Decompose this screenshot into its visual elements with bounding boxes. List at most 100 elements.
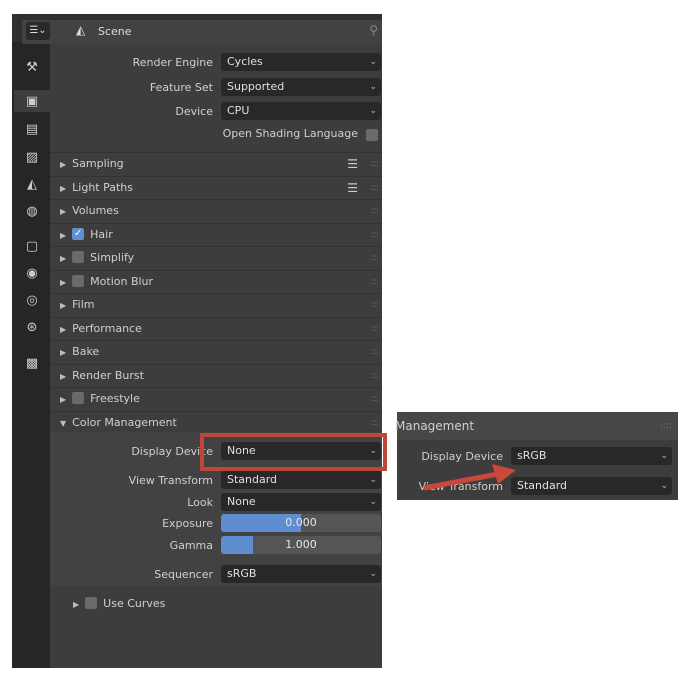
expand-triangle-icon: ▶	[73, 600, 80, 609]
section-label: Simplify	[90, 251, 135, 264]
osl-checkbox[interactable]	[366, 129, 378, 141]
section-checkbox[interactable]: ✓	[72, 227, 85, 240]
inset-display-device-value: sRGB	[517, 449, 547, 462]
feature-set-dropdown[interactable]: Supported ⌄	[221, 78, 381, 96]
grip-icon[interactable]: ::::	[370, 224, 379, 246]
expand-triangle-icon: ▶	[60, 207, 67, 216]
section-performance[interactable]: ▶ Performance::::	[50, 316, 382, 340]
presets-list-icon[interactable]: ☰	[347, 177, 358, 199]
inset-view-transform-dropdown[interactable]: Standard ⌄	[511, 477, 672, 495]
object-icon: ▢	[25, 238, 39, 254]
tab-view-layer[interactable]: ▨	[14, 146, 50, 168]
tab-modifier[interactable]: ◉	[14, 262, 50, 284]
section-light-paths[interactable]: ▶ Light Paths ☰::::	[50, 175, 382, 199]
section-film[interactable]: ▶ Film::::	[50, 293, 382, 315]
section-color-management[interactable]: ▼ Color Management::::	[50, 410, 382, 434]
device-dropdown[interactable]: CPU ⌄	[221, 102, 381, 120]
section-label: Bake	[72, 345, 100, 358]
tab-texture[interactable]: ▩	[14, 352, 50, 374]
section-simplify[interactable]: ▶ Simplify::::	[50, 246, 382, 268]
section-motion-blur[interactable]: ▶ Motion Blur::::	[50, 269, 382, 293]
chevron-down-icon: ⌄	[660, 451, 668, 461]
grip-icon[interactable]: ::::	[370, 365, 379, 387]
grip-icon[interactable]: ::::	[370, 341, 379, 363]
look-label: Look	[187, 496, 213, 509]
grip-icon[interactable]: ::::	[370, 318, 379, 340]
expand-triangle-icon: ▶	[60, 301, 67, 310]
tab-render[interactable]: ▣	[14, 90, 50, 112]
chevron-down-icon: ⌄	[369, 497, 377, 507]
pin-icon[interactable]: ⚲	[369, 23, 378, 37]
tab-tool[interactable]: ⚒	[14, 56, 50, 78]
exposure-label: Exposure	[162, 517, 213, 530]
expand-triangle-icon: ▶	[60, 277, 67, 287]
section-bake[interactable]: ▶ Bake::::	[50, 340, 382, 362]
grip-icon[interactable]: ::::	[370, 294, 379, 316]
expand-triangle-icon: ▶	[60, 254, 67, 263]
output-icon: ▤	[25, 121, 39, 137]
section-label: Render Burst	[72, 368, 144, 382]
scene-icon: ◭	[27, 176, 37, 192]
use-curves-subpanel[interactable]: ▶ Use Curves	[73, 597, 165, 610]
expand-triangle-icon: ▶	[60, 230, 67, 240]
section-freestyle[interactable]: ▶ Freestyle::::	[50, 387, 382, 409]
world-icon: ◍	[26, 203, 38, 219]
expand-triangle-icon: ▶	[60, 160, 67, 169]
render-engine-value: Cycles	[227, 55, 263, 68]
osl-label: Open Shading Language	[222, 127, 358, 140]
arrow-annotation	[423, 464, 516, 491]
sequencer-dropdown[interactable]: sRGB ⌄	[221, 565, 381, 583]
properties-header: ☰⌄ ◭ Scene ⚲	[22, 20, 382, 44]
inset-display-device-dropdown[interactable]: sRGB ⌄	[511, 447, 672, 465]
section-sampling[interactable]: ▶ Sampling ☰::::	[50, 152, 382, 174]
grip-icon[interactable]: ::::	[370, 153, 379, 175]
sequencer-value: sRGB	[227, 567, 257, 580]
chevron-down-icon: ⌄	[369, 57, 377, 67]
grip-icon[interactable]: ::::	[370, 200, 379, 222]
chevron-down-icon: ⌄	[369, 82, 377, 92]
expand-triangle-icon: ▶	[60, 395, 67, 404]
section-label: Performance	[72, 321, 142, 335]
look-dropdown[interactable]: None ⌄	[221, 493, 381, 511]
section-label: Volumes	[72, 204, 119, 217]
section-checkbox[interactable]	[72, 274, 85, 287]
chevron-down-icon: ⌄	[660, 481, 668, 491]
gamma-slider[interactable]: 1.000	[221, 536, 381, 554]
section-volumes[interactable]: ▶ Volumes::::	[50, 199, 382, 221]
section-checkbox[interactable]	[72, 392, 85, 404]
view-layer-icon: ▨	[25, 149, 39, 165]
section-hair[interactable]: ▶ ✓ Hair::::	[50, 222, 382, 246]
use-curves-checkbox[interactable]	[85, 597, 98, 609]
tab-scene[interactable]: ◭	[14, 173, 50, 195]
exposure-slider[interactable]: 0.000	[221, 514, 381, 532]
chevron-down-icon: ⌄	[369, 106, 377, 116]
tab-constraint[interactable]: ⊛	[14, 316, 50, 338]
look-value: None	[227, 495, 256, 508]
chevron-down-icon: ⌄	[369, 475, 377, 485]
section-checkbox[interactable]	[72, 251, 85, 263]
properties-editor-icon[interactable]: ☰⌄	[26, 22, 50, 40]
presets-list-icon[interactable]: ☰	[347, 153, 358, 175]
view-transform-label: View Transform	[128, 474, 213, 487]
view-transform-dropdown[interactable]: Standard ⌄	[221, 471, 381, 489]
expand-triangle-icon: ▶	[60, 183, 67, 193]
section-label: Freestyle	[90, 392, 140, 405]
grip-icon[interactable]: ::::	[370, 177, 379, 199]
physics-icon: ◎	[26, 292, 38, 308]
grip-icon[interactable]: ::::	[370, 271, 379, 293]
section-label: Motion Blur	[90, 274, 154, 288]
section-render-burst[interactable]: ▶ Render Burst::::	[50, 363, 382, 387]
collapse-triangle-icon: ▼	[60, 418, 67, 428]
expand-triangle-icon: ▶	[60, 348, 67, 357]
grip-icon[interactable]: ::::	[370, 388, 379, 410]
render-icon: ▣	[25, 93, 39, 109]
tab-object[interactable]: ▢	[14, 235, 50, 257]
grip-icon[interactable]: ::::	[370, 412, 379, 434]
view-transform-value: Standard	[227, 473, 278, 486]
tab-physics[interactable]: ◎	[14, 289, 50, 311]
grip-icon[interactable]: ::::	[370, 247, 379, 269]
render-engine-dropdown[interactable]: Cycles ⌄	[221, 53, 381, 71]
tab-output[interactable]: ▤	[14, 118, 50, 140]
tab-world[interactable]: ◍	[14, 200, 50, 222]
scene-icon: ◭	[76, 23, 86, 37]
